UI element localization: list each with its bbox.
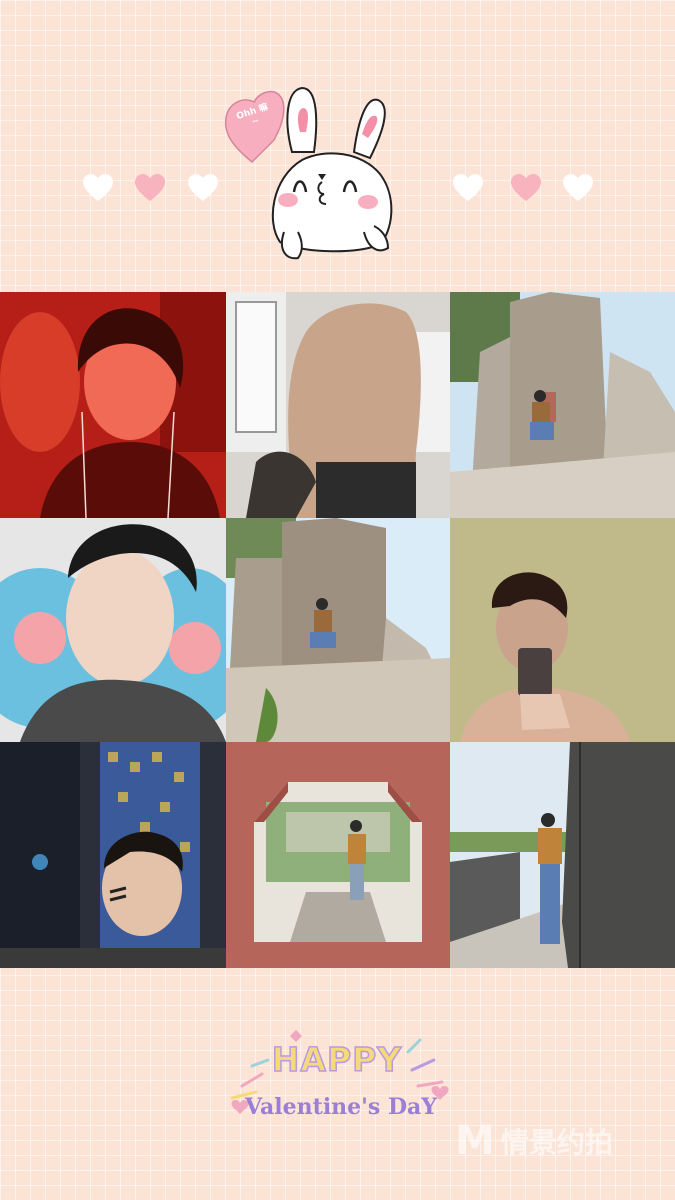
heart-icon bbox=[510, 174, 542, 202]
photo-4[interactable] bbox=[0, 518, 226, 742]
photo-grid bbox=[0, 292, 675, 968]
heart-icon bbox=[187, 174, 219, 202]
photo-7[interactable] bbox=[0, 742, 226, 968]
photo-9[interactable] bbox=[450, 742, 675, 968]
happy-title: HAPPY bbox=[271, 1039, 403, 1080]
heart-icon bbox=[134, 174, 166, 202]
watermark-text: 情景约拍 bbox=[500, 1126, 613, 1159]
watermark: M 情景约拍 bbox=[455, 1118, 667, 1164]
heart-icon bbox=[452, 174, 484, 202]
photo-3[interactable] bbox=[450, 292, 675, 518]
watermark-logo-icon: M bbox=[455, 1118, 495, 1164]
photo-5[interactable] bbox=[226, 518, 450, 742]
valentines-day-title: Valentine's DaY bbox=[245, 1094, 437, 1120]
heart-icon bbox=[562, 174, 594, 202]
photo-8[interactable] bbox=[226, 742, 450, 968]
photo-1[interactable] bbox=[0, 292, 226, 518]
heart-icon bbox=[82, 174, 114, 202]
photo-6[interactable] bbox=[450, 518, 675, 742]
header-banner: Ohh 嘛~ bbox=[0, 0, 675, 292]
photo-2[interactable] bbox=[226, 292, 450, 518]
